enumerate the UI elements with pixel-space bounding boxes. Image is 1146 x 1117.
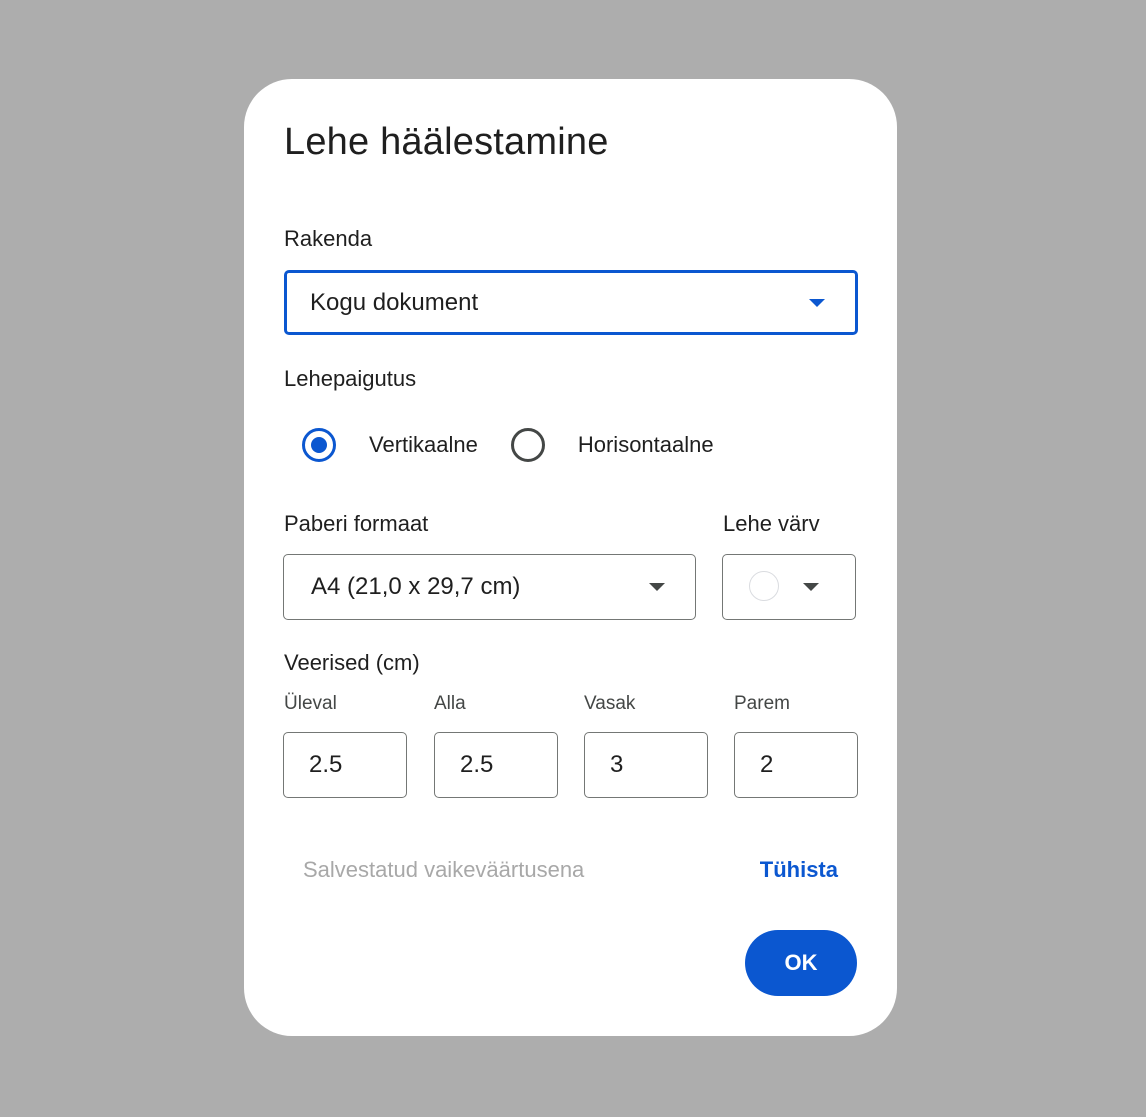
- caret-down-icon: [649, 583, 665, 591]
- orientation-label: Lehepaigutus: [284, 366, 417, 391]
- radio-portrait[interactable]: [302, 428, 336, 462]
- margins-label: Veerised (cm): [284, 650, 420, 675]
- paper-size-label: Paberi formaat: [284, 511, 429, 536]
- margin-left-label: Vasak: [584, 693, 636, 714]
- radio-portrait-label[interactable]: Vertikaalne: [369, 432, 478, 458]
- apply-label: Rakenda: [284, 226, 373, 251]
- radio-checked-icon: [311, 437, 327, 453]
- ok-button[interactable]: OK: [745, 930, 857, 996]
- margin-right-input[interactable]: [734, 732, 858, 798]
- page-color-label: Lehe värv: [723, 511, 820, 536]
- modal-backdrop: Lehe häälestamine Rakenda Kogu dokument …: [0, 0, 1146, 1117]
- apply-select-value: Kogu dokument: [310, 288, 479, 316]
- cancel-button[interactable]: Tühista: [760, 857, 838, 883]
- apply-select[interactable]: Kogu dokument: [284, 270, 858, 335]
- margin-bottom-label: Alla: [434, 693, 466, 714]
- color-swatch: [749, 571, 779, 601]
- page-setup-dialog: Lehe häälestamine Rakenda Kogu dokument …: [244, 79, 897, 1036]
- paper-size-value: A4 (21,0 x 29,7 cm): [311, 573, 521, 600]
- paper-size-select[interactable]: A4 (21,0 x 29,7 cm): [283, 554, 696, 620]
- radio-landscape-label[interactable]: Horisontaalne: [578, 432, 714, 458]
- radio-landscape[interactable]: [510, 428, 545, 462]
- orientation-radio-group: Vertikaalne Horisontaalne: [302, 427, 714, 463]
- margin-top-input[interactable]: [283, 732, 407, 798]
- dialog-title: Lehe häälestamine: [284, 121, 609, 163]
- caret-down-icon: [803, 583, 819, 591]
- caret-down-icon: [809, 299, 825, 307]
- margin-top-label: Üleval: [284, 693, 337, 714]
- margin-right-label: Parem: [734, 693, 790, 714]
- save-default-button[interactable]: Salvestatud vaikeväärtusena: [303, 857, 584, 883]
- margin-left-input[interactable]: [584, 732, 708, 798]
- page-color-select[interactable]: [722, 554, 856, 620]
- margin-bottom-input[interactable]: [434, 732, 558, 798]
